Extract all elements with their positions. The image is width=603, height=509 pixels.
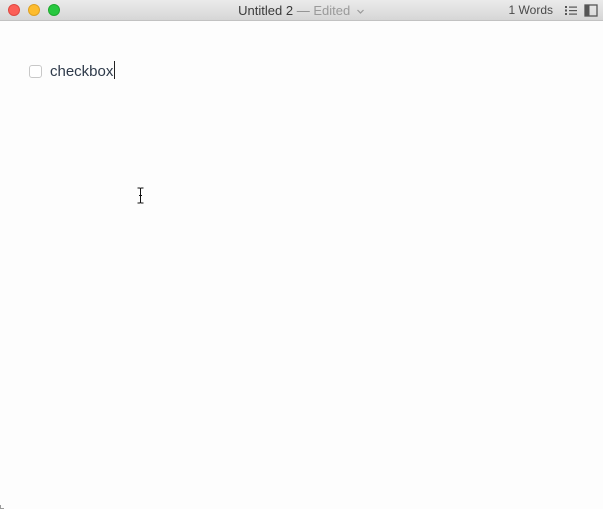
title-menu-button[interactable] [243,1,378,20]
title-bar[interactable]: Untitled 2 — Edited 1 Words [0,0,603,21]
sidebar-toggle-icon[interactable] [584,4,598,17]
close-window-button[interactable] [8,4,20,16]
word-count[interactable]: 1 Words [509,0,553,21]
minimize-window-button[interactable] [28,4,40,16]
task-text-line[interactable]: checkbox [50,61,116,83]
editor-content[interactable]: checkbox [0,21,603,509]
ibeam-cursor-icon [137,187,144,204]
zoom-window-button[interactable] [48,4,60,16]
outline-icon[interactable] [564,4,578,17]
resize-corner[interactable] [0,505,4,509]
task-checkbox[interactable] [29,65,42,78]
text-caret [114,61,116,79]
editor-window: Untitled 2 — Edited 1 Words checkbox [0,0,603,509]
task-text: checkbox [50,63,114,80]
